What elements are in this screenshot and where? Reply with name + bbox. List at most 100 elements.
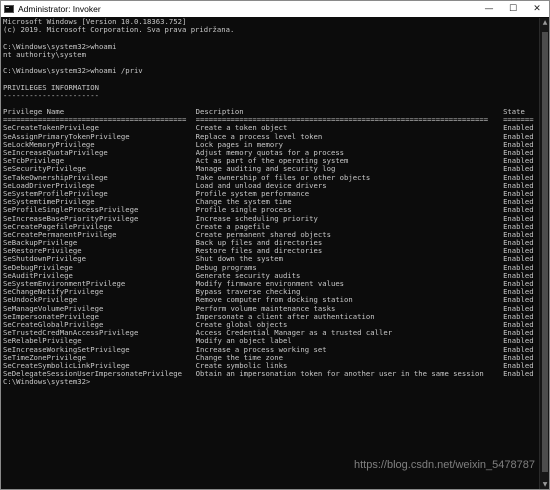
privilege-state: Enabled xyxy=(503,149,534,157)
privilege-state: Enabled xyxy=(503,337,534,346)
privilege-name: SeIncreaseQuotaPrivilege xyxy=(3,149,108,157)
privilege-name: SeSystemEnvironmentPrivilege xyxy=(3,280,126,288)
table-row: SeLockMemoryPrivilege Lock pages in memor… xyxy=(3,141,539,149)
privilege-state: Enabled xyxy=(503,361,534,370)
privilege-state: Enabled xyxy=(503,198,534,207)
table-row: SeIncreaseWorkingSetPrivilege Increase a … xyxy=(3,346,539,354)
table-row: SeIncreaseQuotaPrivilege Adjust memory qu… xyxy=(3,149,539,157)
table-row: SeAuditPrivilege Generate security audits… xyxy=(3,272,539,280)
privilege-state: Enabled xyxy=(503,214,534,223)
privilege-description: Back up files and directories xyxy=(195,239,323,248)
console-icon xyxy=(4,5,14,13)
privilege-state: Enabled xyxy=(503,124,534,133)
table-row: SeSecurityPrivilege Manage auditing and s… xyxy=(3,165,539,173)
privilege-description: Access Credential Manager as a trusted c… xyxy=(195,329,393,338)
privilege-description: Profile single process xyxy=(195,206,292,215)
privilege-description: Take ownership of files or other objects xyxy=(195,173,371,182)
privilege-name: SeCreateTokenPrivilege xyxy=(3,124,100,133)
privilege-state: Enabled xyxy=(503,329,534,338)
privilege-description: Shut down the system xyxy=(195,255,283,264)
privilege-name: SeCreateSymbolicLinkPrivilege xyxy=(3,361,130,370)
table-separator-row: ========================================… xyxy=(3,116,539,124)
title-bar[interactable]: Administrator: Invoker — ☐ ✕ xyxy=(1,1,549,17)
privilege-description: Remove computer from docking station xyxy=(195,296,353,305)
console-line: C:\Windows\system32>whoami /priv xyxy=(3,66,143,76)
table-row: SeShutdownPrivilege Shut down the system E… xyxy=(3,255,539,263)
privilege-state: Enabled xyxy=(503,181,534,190)
privilege-state: Enabled xyxy=(503,320,534,329)
privilege-description: Restore files and directories xyxy=(195,247,323,256)
privilege-name: SeCreateGlobalPrivilege xyxy=(3,320,104,329)
table-row: SeUndockPrivilege Remove computer from do… xyxy=(3,296,539,304)
privilege-name: SeTimeZonePrivilege xyxy=(3,353,86,362)
privilege-name: SeCreatePermanentPrivilege xyxy=(3,230,117,239)
table-row: SeLoadDriverPrivilege Load and unload dev… xyxy=(3,182,539,190)
table-row: SeDebugPrivilege Debug programs Enabled xyxy=(3,264,539,272)
privilege-state: Enabled xyxy=(503,280,534,288)
privilege-name: SeAssignPrimaryTokenPrivilege xyxy=(3,132,130,141)
table-row: SeProfileSingleProcessPrivilege Profile s… xyxy=(3,206,539,214)
scroll-down-icon[interactable]: ▼ xyxy=(540,480,549,489)
close-button[interactable]: ✕ xyxy=(525,1,549,17)
table-row: SeCreateSymbolicLinkPrivilege Create symb… xyxy=(3,362,539,370)
table-row: SeManageVolumePrivilege Perform volume ma… xyxy=(3,305,539,313)
privilege-description: Adjust memory quotas for a process xyxy=(195,149,345,157)
table-row: SeCreateGlobalPrivilege Create global obj… xyxy=(3,321,539,329)
privilege-name: SeTakeOwnershipPrivilege xyxy=(3,173,108,182)
privilege-name: SeUndockPrivilege xyxy=(3,296,78,305)
privilege-name: SeChangeNotifyPrivilege xyxy=(3,288,104,297)
privilege-description: Obtain an impersonation token for anothe… xyxy=(195,370,484,379)
privilege-state: Enabled xyxy=(503,345,534,354)
table-row: SeAssignPrimaryTokenPrivilege Replace a p… xyxy=(3,133,539,141)
privilege-name: SeLoadDriverPrivilege xyxy=(3,181,95,190)
privilege-name: SeTrustedCredManAccessPrivilege xyxy=(3,329,139,338)
privilege-state: Enabled xyxy=(503,140,534,149)
table-row: SeTrustedCredManAccessPrivilege Access Cr… xyxy=(3,329,539,337)
console-line: nt authority\system xyxy=(3,49,86,59)
separator-state: ======= xyxy=(503,116,534,125)
privilege-state: Enabled xyxy=(503,263,534,272)
scroll-up-icon[interactable]: ▲ xyxy=(540,18,549,28)
privilege-state: Enabled xyxy=(503,370,534,379)
privilege-description: Change the system time xyxy=(195,198,292,207)
table-row: SeIncreaseBasePriorityPrivilege Increase … xyxy=(3,215,539,223)
privilege-state: Enabled xyxy=(503,288,534,297)
privilege-state: Enabled xyxy=(503,189,534,198)
privilege-description: Act as part of the operating system xyxy=(195,157,349,166)
privilege-description: Lock pages in memory xyxy=(195,140,283,149)
table-row: SeRestorePrivilege Restore files and dire… xyxy=(3,247,539,255)
vertical-scrollbar[interactable]: ▲ ▼ xyxy=(539,18,549,489)
privilege-description: Bypass traverse checking xyxy=(195,288,301,297)
table-row: SeCreatePermanentPrivilege Create permane… xyxy=(3,231,539,239)
header-description: Description xyxy=(195,108,244,117)
table-row: SeTcbPrivilege Act as part of the operati… xyxy=(3,157,539,165)
privilege-description: Load and unload device drivers xyxy=(195,181,327,190)
console-line: ---------------------- xyxy=(3,90,100,100)
privilege-state: Enabled xyxy=(503,296,534,305)
privilege-name: SeShutdownPrivilege xyxy=(3,255,86,264)
scroll-thumb[interactable] xyxy=(542,32,548,472)
console-output[interactable]: Microsoft Windows [Version 10.0.18363.75… xyxy=(1,18,539,489)
privilege-description: Modify firmware environment values xyxy=(195,280,345,288)
privilege-state: Enabled xyxy=(503,353,534,362)
table-header-row: Privilege Name Description State xyxy=(3,108,539,116)
maximize-button[interactable]: ☐ xyxy=(501,1,525,17)
privilege-state: Enabled xyxy=(503,255,534,264)
privilege-state: Enabled xyxy=(503,132,534,141)
table-row: SeCreateTokenPrivilege Create a token obj… xyxy=(3,124,539,132)
minimize-button[interactable]: — xyxy=(477,1,501,17)
privilege-name: SeRestorePrivilege xyxy=(3,247,82,256)
privilege-description: Replace a process level token xyxy=(195,132,323,141)
table-row: SeSystemtimePrivilege Change the system t… xyxy=(3,198,539,206)
privilege-description: Create permanent shared objects xyxy=(195,230,331,239)
privilege-name: SeSecurityPrivilege xyxy=(3,165,86,174)
privilege-state: Enabled xyxy=(503,247,534,256)
console-line: (c) 2019. Microsoft Corporation. Sva pra… xyxy=(3,25,235,35)
table-row: SeTimeZonePrivilege Change the time zone E… xyxy=(3,354,539,362)
privilege-name: SeCreatePagefilePrivilege xyxy=(3,222,113,231)
separator-name: ========================================… xyxy=(3,116,187,125)
command-prompt[interactable]: C:\Windows\system32> xyxy=(3,378,539,386)
table-row: SeRelabelPrivilege Modify an object label… xyxy=(3,337,539,345)
privilege-description: Change the time zone xyxy=(195,353,283,362)
